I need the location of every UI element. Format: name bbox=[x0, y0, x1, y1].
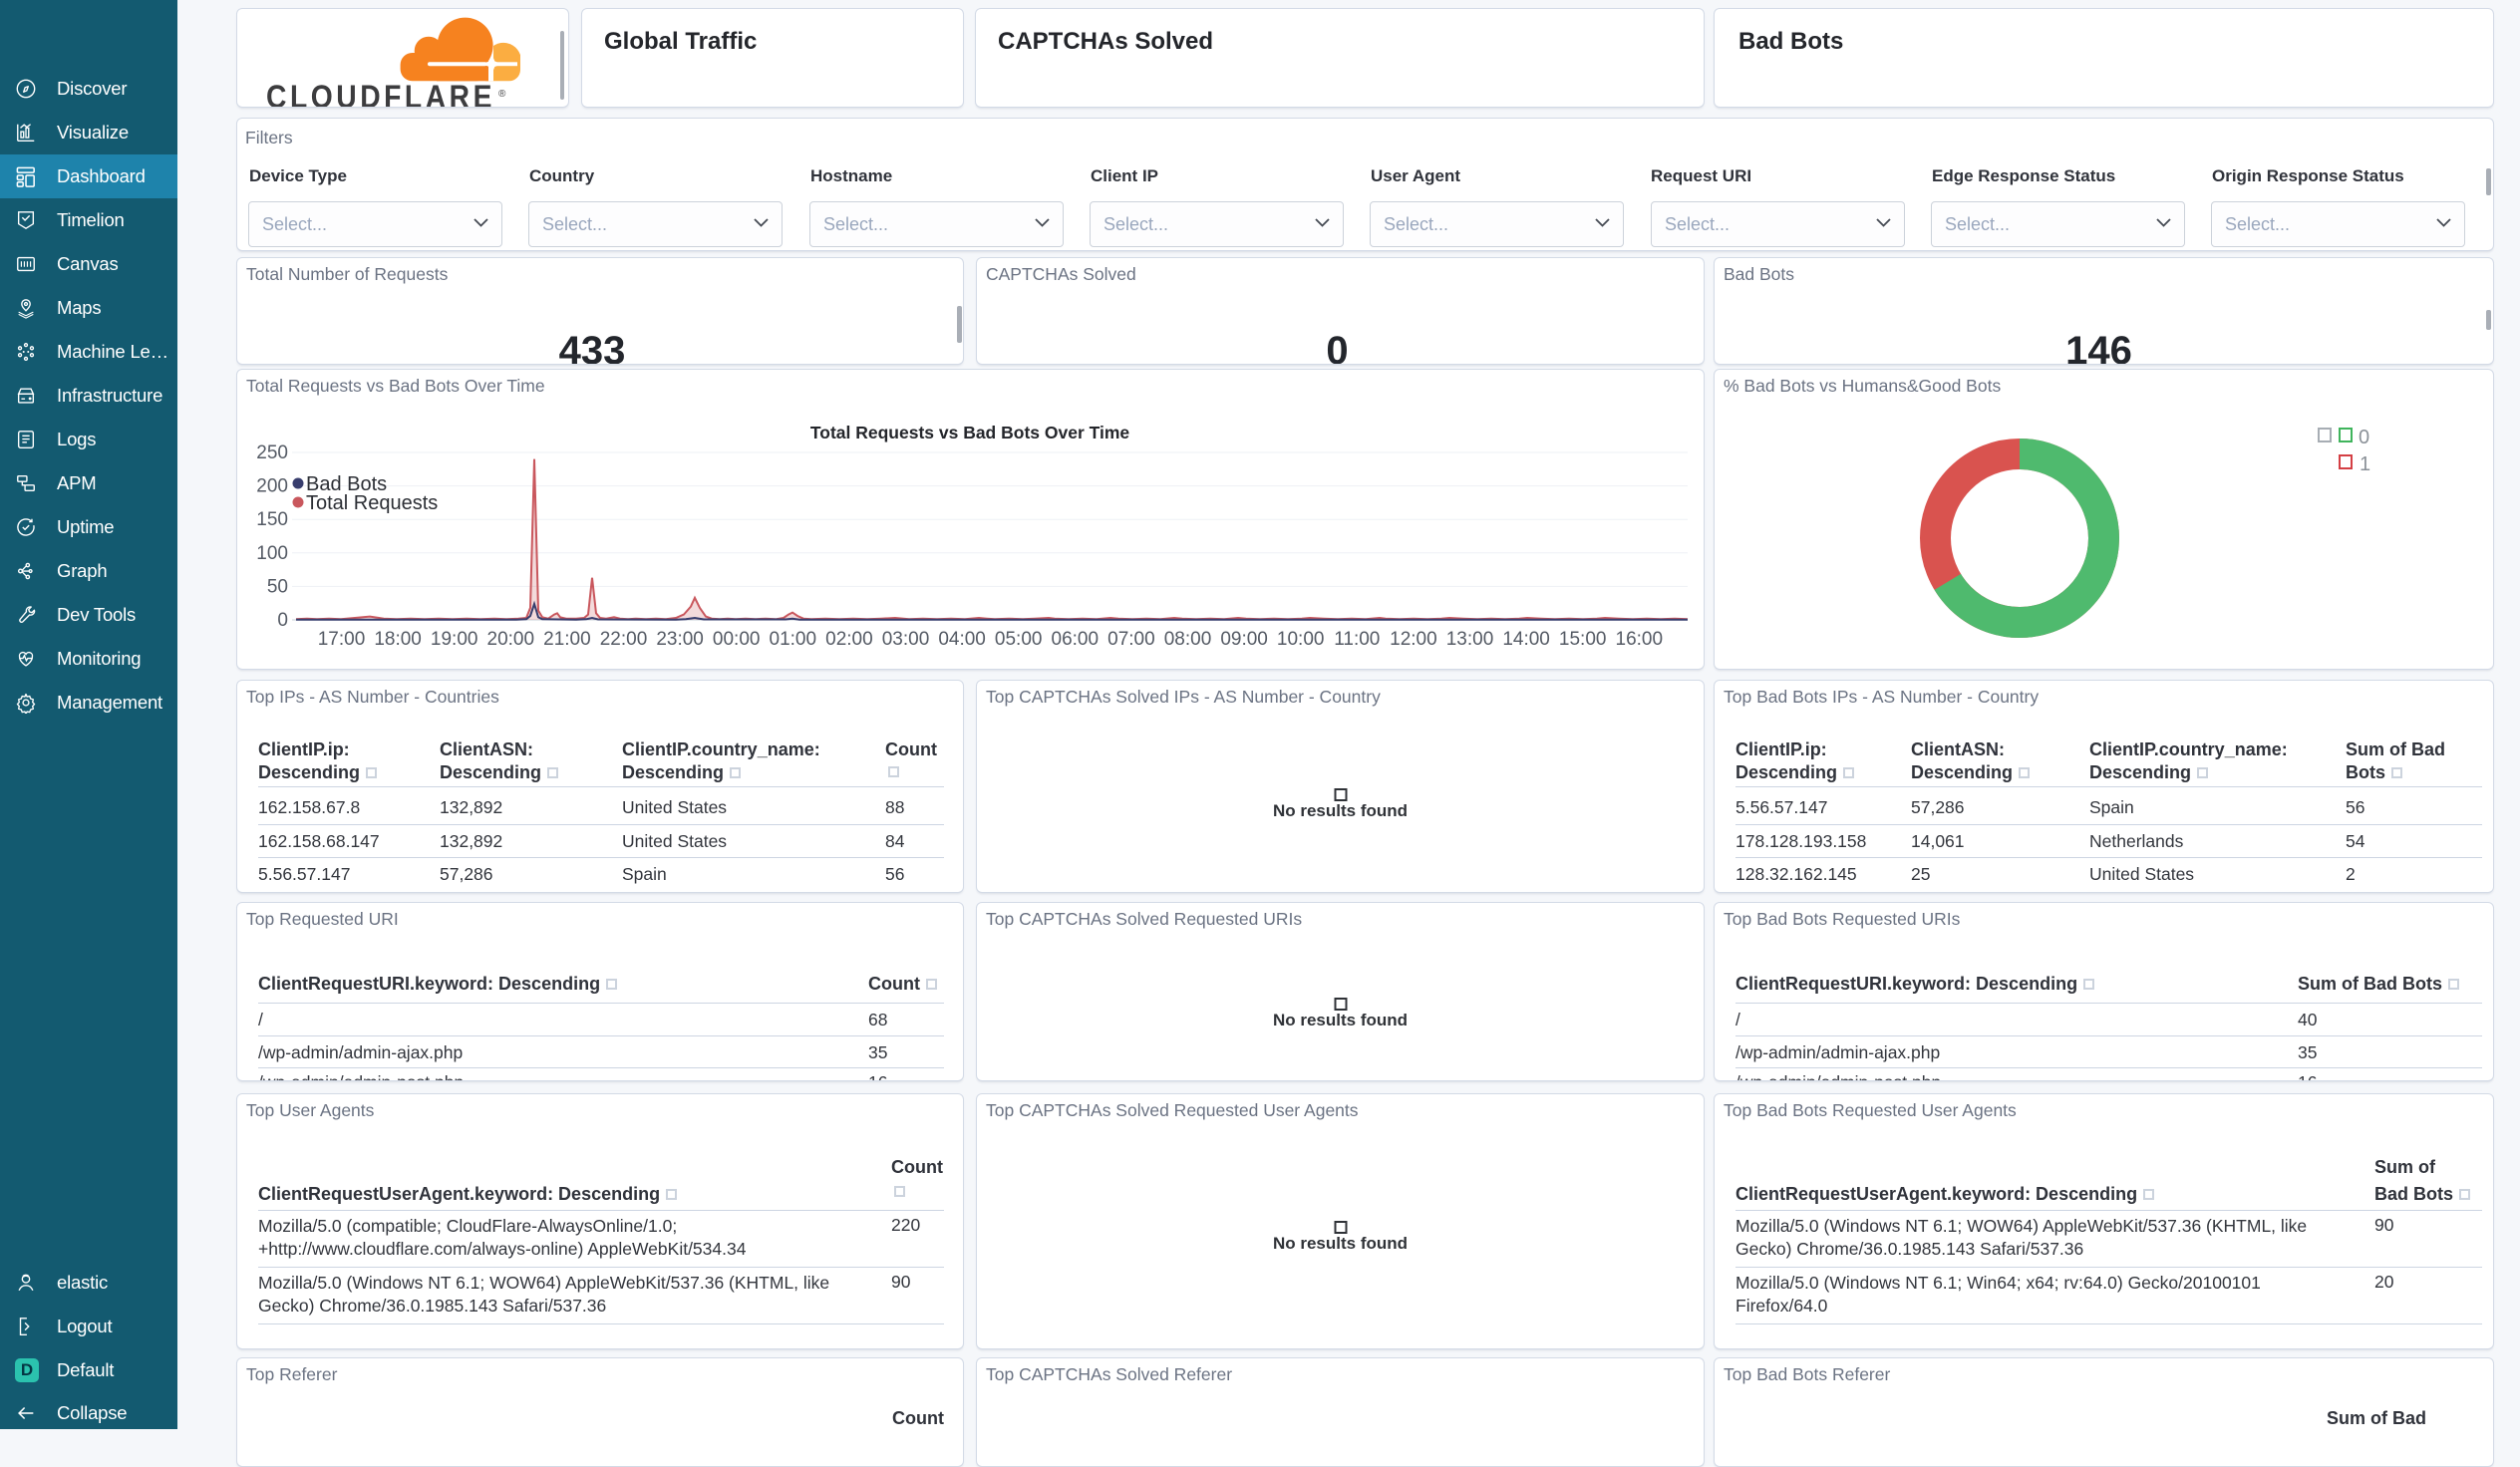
svg-text:14:00: 14:00 bbox=[1502, 629, 1550, 650]
svg-text:07:00: 07:00 bbox=[1107, 629, 1155, 650]
svg-text:05:00: 05:00 bbox=[995, 629, 1043, 650]
svg-text:13:00: 13:00 bbox=[1446, 629, 1494, 650]
svg-text:10:00: 10:00 bbox=[1277, 629, 1325, 650]
svg-text:200: 200 bbox=[256, 476, 288, 497]
svg-text:16:00: 16:00 bbox=[1616, 629, 1664, 650]
svg-text:Total Requests vs Bad Bots Ove: Total Requests vs Bad Bots Over Time bbox=[810, 423, 1130, 442]
svg-text:04:00: 04:00 bbox=[938, 629, 986, 650]
svg-text:20:00: 20:00 bbox=[487, 629, 535, 650]
svg-text:®: ® bbox=[498, 89, 506, 100]
svg-text:00:00: 00:00 bbox=[713, 629, 761, 650]
svg-text:09:00: 09:00 bbox=[1220, 629, 1268, 650]
svg-text:0: 0 bbox=[2359, 427, 2369, 448]
svg-text:21:00: 21:00 bbox=[543, 629, 591, 650]
svg-text:02:00: 02:00 bbox=[825, 629, 873, 650]
svg-text:23:00: 23:00 bbox=[656, 629, 704, 650]
svg-text:08:00: 08:00 bbox=[1164, 629, 1212, 650]
svg-text:18:00: 18:00 bbox=[374, 629, 422, 650]
svg-text:100: 100 bbox=[256, 543, 288, 564]
svg-text:12:00: 12:00 bbox=[1390, 629, 1437, 650]
svg-text:11:00: 11:00 bbox=[1334, 629, 1380, 650]
svg-text:Total Requests: Total Requests bbox=[306, 492, 438, 514]
svg-text:15:00: 15:00 bbox=[1559, 629, 1607, 650]
svg-text:22:00: 22:00 bbox=[600, 629, 648, 650]
svg-text:03:00: 03:00 bbox=[882, 629, 930, 650]
svg-text:19:00: 19:00 bbox=[431, 629, 478, 650]
svg-text:CLOUDFLARE: CLOUDFLARE bbox=[266, 79, 495, 108]
svg-text:01:00: 01:00 bbox=[770, 629, 817, 650]
svg-text:250: 250 bbox=[256, 442, 288, 463]
svg-text:1: 1 bbox=[2360, 453, 2370, 475]
svg-text:17:00: 17:00 bbox=[318, 629, 366, 650]
svg-text:150: 150 bbox=[256, 509, 288, 530]
svg-text:50: 50 bbox=[267, 576, 288, 597]
svg-text:0: 0 bbox=[277, 610, 288, 631]
svg-text:06:00: 06:00 bbox=[1052, 629, 1100, 650]
